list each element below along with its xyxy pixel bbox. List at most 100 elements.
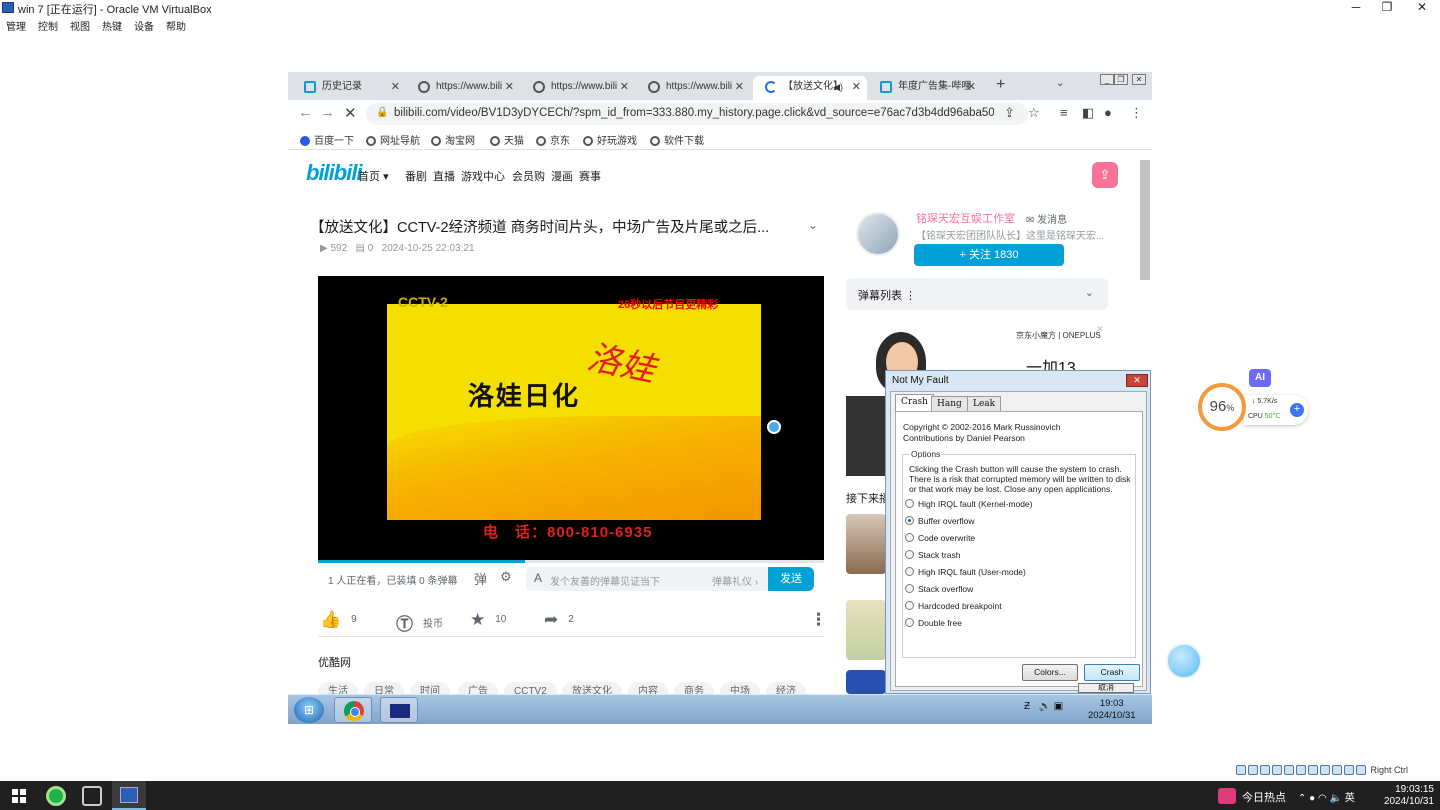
news-label[interactable]: 今日热点 (1242, 789, 1286, 805)
win7-start-button[interactable]: ⊞ (294, 697, 324, 723)
tag-chip[interactable]: 时间 (410, 682, 450, 694)
host-clock[interactable]: 19:03:15 2024/10/31 (1380, 784, 1434, 808)
send-message-link[interactable]: ✉ 发消息 (1026, 211, 1067, 226)
more-menu-icon[interactable]: ⋮ (1130, 105, 1143, 121)
nav-game-center[interactable]: 游戏中心 (461, 168, 505, 184)
back-icon[interactable]: ← (298, 104, 313, 121)
forward-icon[interactable]: → (320, 104, 335, 121)
performance-widget[interactable]: ↓ 5.7K/s CPU 50℃ + 96% (1198, 383, 1308, 431)
danmaku-input[interactable]: A 发个友善的弹幕见证当下 弹幕礼仪 › (526, 567, 768, 591)
green-app-icon[interactable] (46, 786, 66, 806)
shared-folder-icon[interactable] (1296, 765, 1306, 775)
option-stack-trash[interactable]: Stack trash (905, 550, 961, 560)
tag-chip[interactable]: 广告 (458, 682, 498, 694)
uploader-name[interactable]: 铭琛天宏互娱工作室 (916, 210, 1015, 226)
menu-control[interactable]: 控制 (38, 18, 58, 33)
accelerate-icon[interactable]: + (1290, 403, 1304, 417)
danmaku-settings-icon[interactable]: ⚙ (500, 569, 512, 585)
ime-indicator[interactable]: 英 (1345, 793, 1355, 804)
cpu-icon[interactable] (1332, 765, 1342, 775)
news-icon[interactable] (1218, 788, 1236, 804)
bilibili-logo[interactable]: bilibili (306, 160, 363, 186)
keyboard-icon[interactable] (1356, 765, 1366, 775)
optical-icon[interactable] (1248, 765, 1258, 775)
nav-esports[interactable]: 赛事 (579, 168, 601, 184)
nav-live[interactable]: 直播 (433, 168, 455, 184)
close-tab-icon[interactable]: ✕ (735, 76, 744, 98)
recommend-thumbnail[interactable] (846, 514, 886, 574)
network-icon[interactable] (1272, 765, 1282, 775)
page-scrollbar[interactable] (1140, 160, 1150, 280)
not-my-fault-dialog[interactable]: Not My Fault ✕ Crash Hang Leak Copyright… (885, 370, 1151, 694)
option-code-overwrite[interactable]: Code overwrite (905, 533, 975, 543)
tag-chip[interactable]: 放送文化 (562, 682, 622, 694)
option-buffer-overflow[interactable]: Buffer overflow (905, 516, 975, 526)
bookmark-taobao[interactable]: 淘宝网 (431, 132, 475, 147)
mouse-integration-icon[interactable] (1344, 765, 1354, 775)
taskbar-notmyfault[interactable] (380, 697, 418, 723)
close-tab-icon[interactable]: ✕ (852, 76, 861, 98)
crash-button[interactable]: Crash (1084, 664, 1140, 681)
network-icon[interactable]: ▣ (1054, 701, 1063, 712)
lock-icon[interactable]: 🔒 (376, 107, 388, 118)
send-danmaku-button[interactable]: 发送 (768, 567, 814, 591)
bookmark-games[interactable]: 好玩游戏 (583, 132, 637, 147)
recommend-thumbnail[interactable] (846, 600, 886, 660)
danmaku-toggle-icon[interactable]: 弹 (474, 569, 487, 588)
guest-clock[interactable]: 19:03 2024/10/31 (1088, 698, 1136, 722)
audio-icon[interactable] (1260, 765, 1270, 775)
option-high-irql-user[interactable]: High IRQL fault (User-mode) (905, 567, 1026, 577)
share-icon[interactable]: ⇪ (1004, 105, 1015, 121)
usb-icon[interactable] (1284, 765, 1294, 775)
tab-bilibili-1[interactable]: https://www.bili ✕ (406, 76, 520, 102)
nav-anime[interactable]: 番剧 (405, 168, 427, 184)
volume-icon[interactable]: 🔈 (1330, 793, 1342, 804)
option-high-irql-kernel[interactable]: High IRQL fault (Kernel-mode) (905, 499, 1032, 509)
chevron-down-icon[interactable]: ⌄ (1085, 286, 1094, 299)
tab-active-video[interactable]: 【放送文化】 ◀) ✕ (753, 76, 867, 102)
expand-title-icon[interactable]: ⌄ (808, 218, 818, 232)
bookmark-tmall[interactable]: 天猫 (490, 132, 524, 147)
wifi-icon[interactable]: ◠ (1318, 793, 1327, 804)
option-hardcoded-breakpoint[interactable]: Hardcoded breakpoint (905, 601, 1002, 611)
tab-search-icon[interactable]: ⌄ (1056, 78, 1064, 89)
option-double-free[interactable]: Double free (905, 618, 962, 628)
tab-ad-collection[interactable]: 年度广告集-哔哩 ✕ (868, 76, 982, 102)
volume-icon[interactable]: 🔈 (1038, 701, 1050, 712)
nav-member-shop[interactable]: 会员购 (512, 168, 545, 184)
audio-playing-icon[interactable]: ◀) (833, 76, 843, 98)
guest-close-button[interactable]: ✕ (1132, 74, 1146, 85)
tab-crash[interactable]: Crash (895, 394, 934, 411)
cancel-button[interactable]: 取消 (1078, 683, 1134, 693)
tag-chip[interactable]: 中场 (720, 682, 760, 694)
bookmark-jd[interactable]: 京东 (536, 132, 570, 147)
menu-help[interactable]: 帮助 (166, 18, 186, 33)
tab-bilibili-2[interactable]: https://www.bili ✕ (521, 76, 635, 102)
tab-hang[interactable]: Hang (931, 396, 968, 411)
uploader-avatar[interactable] (856, 212, 900, 256)
restore-button[interactable]: ❐ (1369, 0, 1405, 16)
taskbar-chrome[interactable] (334, 697, 372, 723)
close-tab-icon[interactable]: ✕ (391, 76, 400, 98)
bookmark-baidu[interactable]: 百度一下 (300, 132, 354, 147)
option-stack-overflow[interactable]: Stack overflow (905, 584, 973, 594)
video-player[interactable]: CCTV-2 26秒以后节目更精彩 洛娃日化 洛娃 电 话：800-810-69… (318, 276, 824, 560)
tag-chip[interactable]: CCTV2 (504, 682, 557, 694)
recommend-thumbnail[interactable] (846, 670, 886, 694)
tab-history[interactable]: 历史记录 ✕ (292, 76, 406, 102)
nav-manga[interactable]: 漫画 (551, 168, 573, 184)
coin-button[interactable]: Ⓣ 投币 (396, 610, 443, 635)
recording-icon[interactable] (1320, 765, 1330, 775)
profile-icon[interactable]: ● (1104, 105, 1112, 120)
like-button[interactable]: 👍 9 (320, 610, 357, 630)
dialog-close-button[interactable]: ✕ (1126, 374, 1148, 387)
bookmark-nav[interactable]: 网址导航 (366, 132, 420, 147)
virtualbox-vm-icon[interactable] (112, 781, 146, 810)
tag-chip[interactable]: 生活 (318, 682, 358, 694)
guest-minimize-button[interactable]: _ (1100, 74, 1114, 85)
menu-manage[interactable]: 管理 (6, 18, 26, 33)
nav-home[interactable]: 首页 ▾ (358, 168, 389, 184)
bookmark-star-icon[interactable]: ☆ (1028, 105, 1040, 121)
upload-button[interactable]: ⇪ (1092, 162, 1118, 188)
side-panel-icon[interactable]: ◧ (1082, 105, 1094, 121)
